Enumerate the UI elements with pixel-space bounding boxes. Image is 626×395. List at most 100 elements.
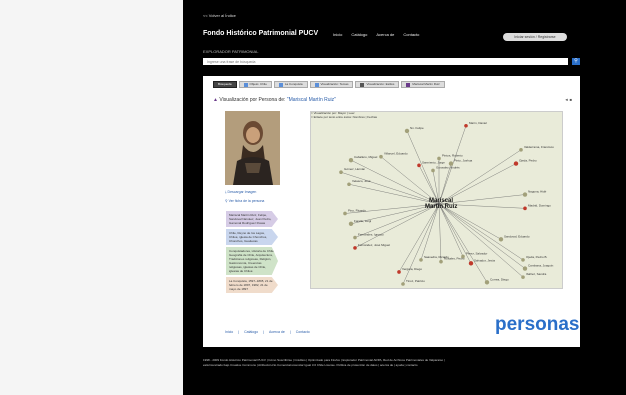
- graph-node[interactable]: [339, 170, 343, 174]
- graph-node-label: Madrid, Domingo: [528, 203, 551, 207]
- tab-person[interactable]: Mariscal Martín Ruiz: [401, 81, 445, 88]
- graph-node[interactable]: [348, 157, 354, 163]
- page-title: ▲ Visualización por Persona de: "Marisca…: [213, 97, 336, 103]
- graph-edge: [438, 203, 442, 262]
- person-icon: [406, 82, 411, 87]
- person-portrait: [225, 111, 280, 185]
- graph-node-label: Gonzalez, Andrés: [436, 165, 460, 169]
- graph-node[interactable]: [353, 246, 357, 250]
- download-icon: ⤓: [225, 190, 227, 194]
- legend-line: = Enlace por texto entre éstos: Nombres …: [311, 115, 378, 119]
- graph-node[interactable]: [521, 258, 525, 262]
- graph-node[interactable]: [484, 280, 490, 285]
- left-blank-pane: [0, 0, 183, 395]
- graph-node[interactable]: [419, 258, 423, 262]
- graph-node-label: Farello, Luigi: [354, 219, 372, 223]
- places-box[interactable]: Chile, Reyno de los Lagos, Chiloé, igles…: [226, 229, 278, 245]
- graph-node[interactable]: [353, 235, 357, 240]
- tab-la-conquista[interactable]: La Conquista: [273, 81, 308, 88]
- download-image-link[interactable]: ⤓ Descargar Imagen: [225, 190, 256, 194]
- nav-catalog-link[interactable]: Catálogo: [351, 32, 367, 37]
- tab-label: Visualización: Temas: [320, 82, 349, 86]
- title-person-name: "Mariscal Martín Ruiz": [286, 97, 336, 103]
- graph-node[interactable]: [513, 161, 519, 166]
- site-title: Fondo Histórico Patrimonial PUCV: [203, 30, 319, 37]
- graph-node-label: Vergara, Diego: [402, 267, 422, 271]
- graph-node-label: Rosales, Pedro: [444, 257, 465, 261]
- graph-node[interactable]: [401, 282, 405, 286]
- graph-edge: [438, 203, 488, 283]
- nav-home-link[interactable]: Inicio: [333, 32, 342, 37]
- separator: |: [263, 330, 265, 334]
- graph-edge: [398, 203, 440, 273]
- graph-node[interactable]: [522, 192, 528, 197]
- people-box[interactable]: Mariscal Martín Ruiz, Felipe, Sandoval N…: [226, 211, 278, 227]
- graph-node[interactable]: [347, 182, 351, 187]
- graph-node[interactable]: [431, 168, 435, 173]
- graph-node-label: Sandoval, Eduardo: [504, 234, 530, 238]
- graph-node-label: Villaruel, Eduardo: [384, 152, 408, 156]
- nav-about-link[interactable]: Acerca de: [376, 32, 394, 37]
- tab-label: La Conquista: [284, 82, 303, 86]
- tab-object-chile[interactable]: Objeto: Chile: [238, 81, 272, 88]
- browser-viewport: << Volver al Índice Fondo Histórico Patr…: [183, 0, 626, 395]
- tab-label: Visualización: Estilos: [366, 82, 395, 86]
- graph-icon: [360, 82, 365, 87]
- graph-node-label: Tinoz, Patricio: [406, 279, 425, 283]
- graph-node-label: Pinto, Joshua: [454, 159, 473, 163]
- graph-node[interactable]: [523, 206, 527, 211]
- separator: |: [289, 330, 291, 334]
- graph-node[interactable]: [439, 259, 443, 264]
- graph-node[interactable]: [397, 270, 401, 274]
- graph-node-label: Gómez, Hernán: [344, 167, 366, 171]
- person-network-graph[interactable]: Nn. Felipe Marín, Daniel Villaruel, Eduard…: [310, 111, 563, 289]
- back-to-index-link[interactable]: << Volver al Índice: [203, 13, 236, 18]
- graph-node[interactable]: [404, 128, 410, 134]
- graph-node-label: Salvador, Jesús: [474, 258, 496, 262]
- graph-icon: [314, 82, 319, 87]
- graph-node[interactable]: [468, 261, 474, 266]
- graph-edge: [438, 203, 524, 278]
- graph-edge: [438, 149, 522, 205]
- dates-box[interactable]: La Conquista, 1597–1895, 21 de febrero d…: [226, 277, 278, 293]
- visualization-controls[interactable]: ◄ ■: [565, 97, 573, 102]
- graph-node[interactable]: [498, 237, 504, 242]
- graph-edge: [420, 203, 440, 260]
- graph-node-label: Pérez, Salvador: [466, 251, 487, 255]
- graph-node[interactable]: [464, 123, 468, 128]
- search-icon: ⚲: [225, 199, 228, 203]
- search-label: EXPLORADOR PATRIMONIAL: [203, 49, 259, 54]
- graph-node[interactable]: [417, 163, 421, 168]
- graph-node-label: Marín, Daniel: [469, 121, 487, 125]
- graph-edge: [354, 203, 440, 249]
- graph-node[interactable]: [343, 211, 347, 216]
- footer-line: está licenciado bajo Creative Commons | …: [203, 362, 418, 367]
- topics-box[interactable]: Conquistadores, Historia de Chile, Geogr…: [226, 247, 278, 275]
- graph-node[interactable]: [521, 275, 525, 279]
- footer-link-catalog[interactable]: Catálogo: [244, 330, 258, 334]
- graph-node[interactable]: [522, 266, 528, 271]
- search-button[interactable]: ⚲: [572, 58, 580, 65]
- graph-edge: [402, 203, 440, 285]
- tab-search[interactable]: Búsqueda: [213, 81, 237, 88]
- graph-node[interactable]: [348, 221, 354, 226]
- site-footer: 1998 - 2009 Fondo Histórico Patrimonial …: [203, 358, 583, 367]
- top-navigation: Inicio Catálogo Acerca de Contacto: [333, 32, 419, 37]
- tab-label: Objeto: Chile: [249, 82, 267, 86]
- footer-link-contact[interactable]: Contacto: [296, 330, 310, 334]
- separator: |: [238, 330, 240, 334]
- graph-node[interactable]: [519, 148, 523, 152]
- tab-vis-estilos[interactable]: Visualización: Estilos: [355, 81, 400, 88]
- graph-node[interactable]: [379, 154, 383, 159]
- view-record-link[interactable]: ⚲ Ver ficha de la persona: [225, 199, 264, 203]
- search-input[interactable]: [203, 58, 568, 65]
- tab-vis-temas[interactable]: Visualización: Temas: [309, 81, 354, 88]
- main-content: Búsqueda Objeto: Chile La Conquista Visu…: [203, 76, 580, 347]
- footer-link-home[interactable]: Inicio: [225, 330, 233, 334]
- nav-contact-link[interactable]: Contacto: [403, 32, 419, 37]
- graph-node-label: Fernández, Ignacio: [358, 233, 384, 237]
- tab-label: Mariscal Martín Ruiz: [412, 82, 440, 86]
- title-prefix: Visualización por Persona de:: [219, 97, 286, 103]
- footer-link-about[interactable]: Acerca de: [269, 330, 285, 334]
- login-button[interactable]: Iniciar sesión / Registrarse: [503, 33, 567, 41]
